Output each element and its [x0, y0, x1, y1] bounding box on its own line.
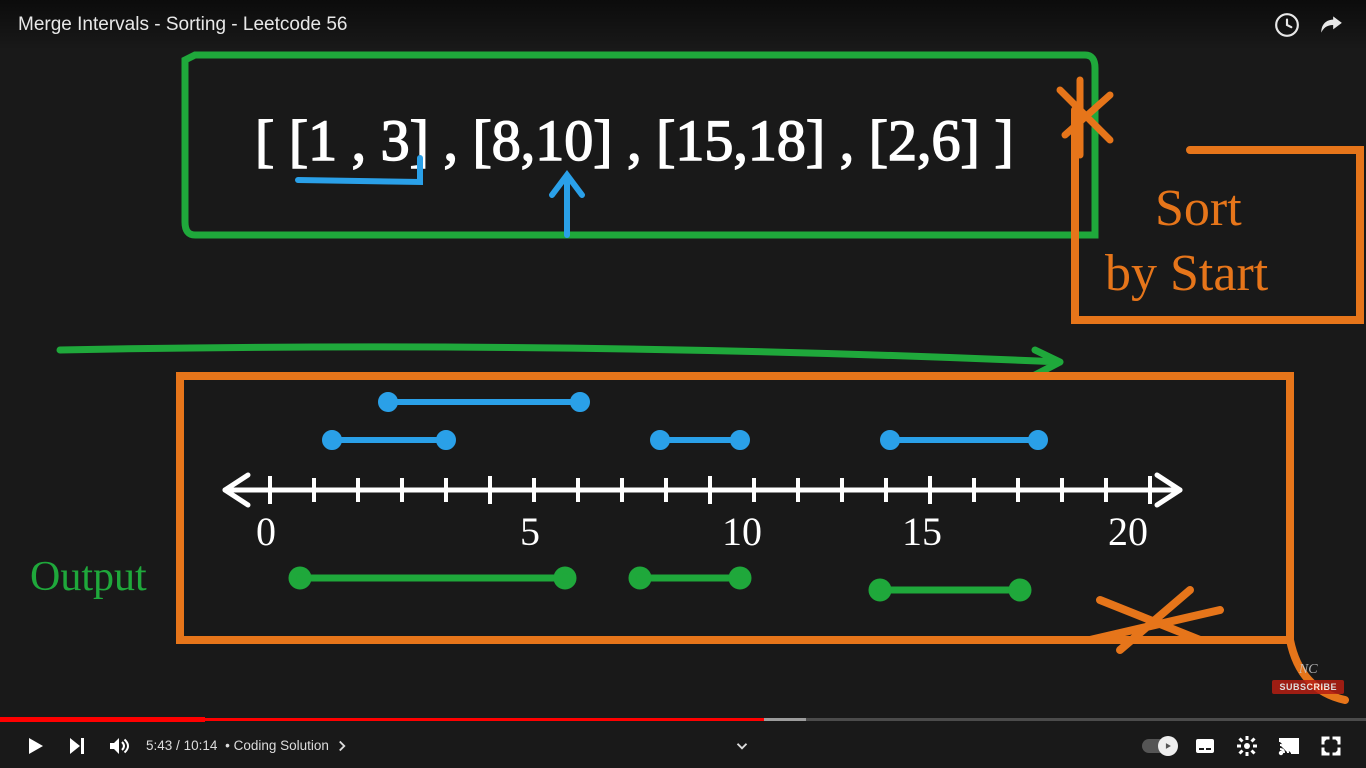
chevron-right-icon [333, 737, 351, 755]
elapsed-time: 5:43 [146, 738, 172, 753]
subtitles-button[interactable] [1184, 726, 1226, 766]
numberline-box-orange [180, 376, 1290, 640]
svg-text:0: 0 [256, 509, 276, 554]
output-label: Output [30, 554, 147, 600]
channel-subscribe-overlay[interactable]: NC SUBSCRIBE [1272, 662, 1344, 694]
svg-text:5: 5 [520, 509, 540, 554]
subscribe-label: SUBSCRIBE [1272, 680, 1344, 694]
cast-button[interactable] [1268, 726, 1310, 766]
svg-text:[ [1 , 3] , [8,10] , [15,1: [ [1 , 3] , [8,10] , [15,18] , [2,6] ] [255, 108, 1014, 173]
autoplay-toggle[interactable] [1142, 739, 1176, 753]
play-button[interactable] [14, 726, 56, 766]
green-arrow-horizontal [60, 347, 1060, 375]
progress-skip-segment [0, 717, 205, 722]
volume-button[interactable] [98, 726, 140, 766]
sort-label-line1: Sort [1155, 180, 1242, 237]
input-intervals-text: [ [1 , 3] , [8,10] , [15,18] , [2,6] ] [255, 108, 1014, 173]
video-title: Merge Intervals - Sorting - Leetcode 56 [18, 14, 1260, 36]
sort-label-line2: by Start [1105, 245, 1269, 302]
green-output-segments [292, 570, 1028, 598]
number-line-axis [225, 475, 1180, 505]
play-small-icon [1163, 741, 1173, 751]
chapter-label: Coding Solution [234, 738, 329, 753]
player-controls: 5:43 / 10:14 • Coding Solution [0, 723, 1366, 768]
total-time: 10:14 [184, 738, 218, 753]
fullscreen-button[interactable] [1310, 726, 1352, 766]
time-display: 5:43 / 10:14 [146, 738, 217, 753]
blue-segments [325, 395, 1045, 447]
settings-button[interactable] [1226, 726, 1268, 766]
number-line-labels: 0 5 10 15 20 [256, 509, 1148, 554]
svg-text:20: 20 [1108, 509, 1148, 554]
channel-logo-text: NC [1299, 662, 1318, 678]
number-line-ticks [270, 476, 1150, 504]
video-titlebar: Merge Intervals - Sorting - Leetcode 56 [0, 0, 1366, 50]
blue-arrow-up [552, 175, 582, 235]
whiteboard-canvas: [ [1 , 3] , [8,10] , [15,18] , [2,6] ] S… [0, 0, 1366, 710]
chapter-button[interactable]: • Coding Solution [221, 737, 351, 755]
next-button[interactable] [56, 726, 98, 766]
share-icon[interactable] [1314, 8, 1348, 42]
watch-later-icon[interactable] [1270, 8, 1304, 42]
svg-text:10: 10 [722, 509, 762, 554]
autoplay-knob [1158, 736, 1178, 756]
sort-arrowhead [1060, 80, 1110, 155]
svg-text:15: 15 [902, 509, 942, 554]
chevron-down-icon[interactable] [733, 737, 751, 755]
time-separator: / [176, 738, 184, 753]
